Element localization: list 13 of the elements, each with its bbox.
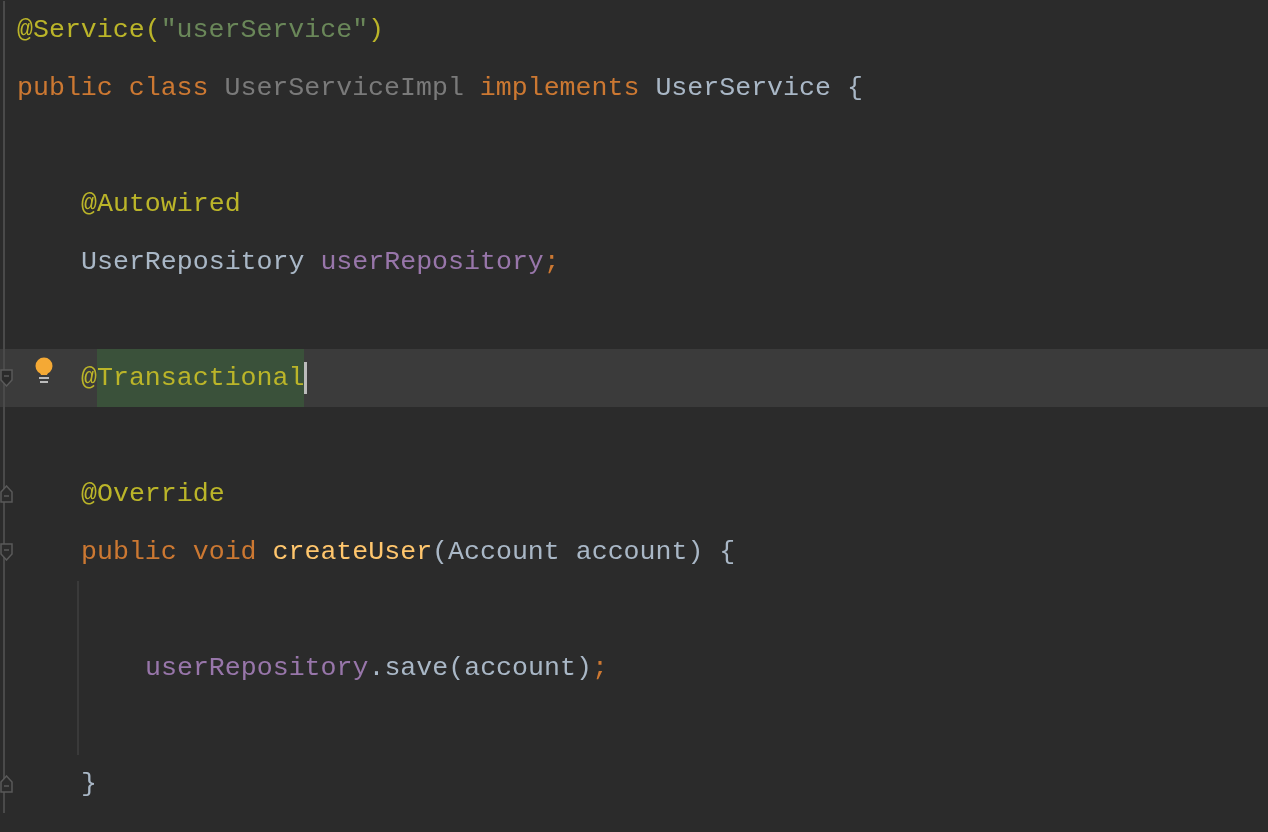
code-line: } (81, 767, 97, 801)
fold-marker-icon[interactable] (0, 369, 13, 387)
code-line: public void createUser(Account account) { (81, 535, 736, 569)
code-line: @Transactional (81, 349, 308, 407)
code-line: UserRepository userRepository; (81, 245, 560, 279)
code-line: public class UserServiceImpl implements UserService { (17, 71, 863, 105)
fold-marker-icon[interactable] (0, 485, 13, 503)
fold-marker-icon[interactable] (0, 543, 13, 561)
code-line: @Override (81, 477, 225, 511)
code-line: @Autowired (81, 187, 241, 221)
code-line: userRepository.save(account); (145, 651, 608, 685)
code-line: @Service("userService") (17, 13, 385, 47)
fold-marker-icon[interactable] (0, 775, 13, 793)
